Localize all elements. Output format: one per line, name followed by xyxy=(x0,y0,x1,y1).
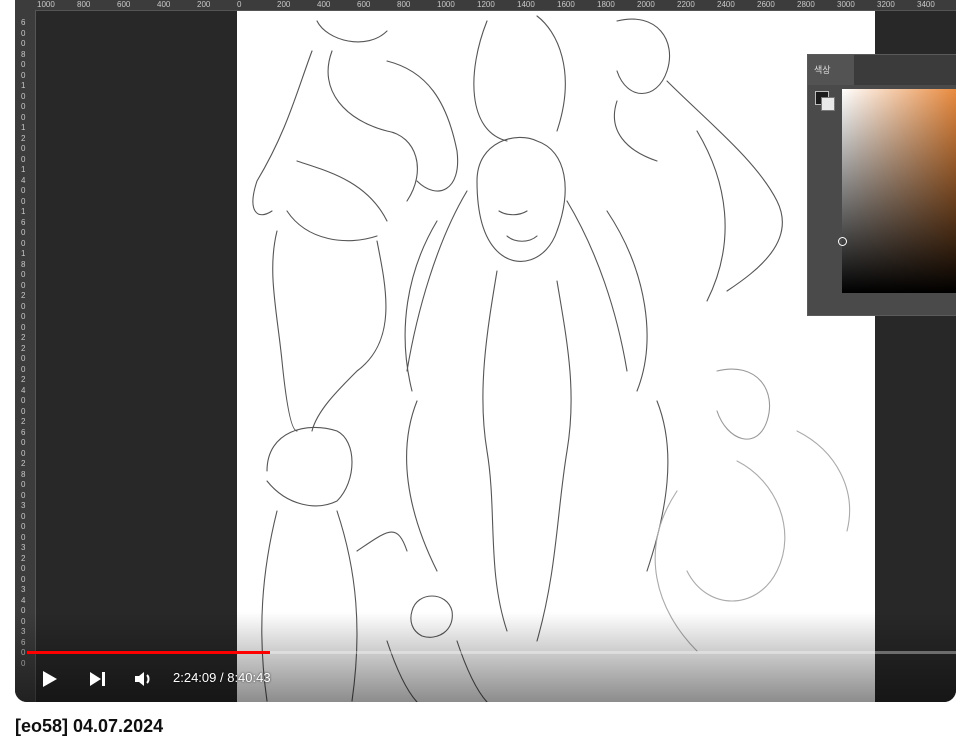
ruler-tick-label: 800 xyxy=(77,0,91,9)
background-swatch[interactable] xyxy=(821,97,835,111)
volume-icon xyxy=(135,672,150,686)
ruler-tick-label: 2000 xyxy=(637,0,655,9)
ruler-tick-label: 600 xyxy=(357,0,371,9)
ruler-digit: 0 xyxy=(21,154,26,164)
ruler-digit: 6 xyxy=(21,217,26,227)
ruler-tick-label: 3000 xyxy=(837,0,855,9)
sketch-canvas xyxy=(237,11,875,702)
ruler-digit: 8 xyxy=(21,49,26,59)
ruler-tick-label: 1200 xyxy=(477,0,495,9)
video-title[interactable]: [eo58] 04.07.2024 xyxy=(15,716,163,737)
ruler-digit: 8 xyxy=(21,259,26,269)
ruler-digit: 0 xyxy=(21,39,26,48)
ruler-digit: 4 xyxy=(21,385,26,395)
ruler-digit: 0 xyxy=(21,438,26,447)
ruler-digit: 1 xyxy=(21,165,26,174)
ruler-digit: 6 xyxy=(21,427,26,437)
play-button[interactable] xyxy=(35,665,63,693)
ruler-tick-label: 3200 xyxy=(877,0,895,9)
video-player[interactable]: 1000 800 600 400 200 0 200 400 600 800 1… xyxy=(15,0,956,702)
next-button[interactable] xyxy=(83,665,111,693)
ruler-digit: 0 xyxy=(21,574,26,584)
progress-fill xyxy=(27,651,271,654)
ruler-vertical: 6008001000120014001600180020002200240026… xyxy=(15,10,36,702)
ruler-tick-label: 1800 xyxy=(597,0,615,9)
ruler-tick-label: 400 xyxy=(317,0,331,9)
color-picker-field[interactable] xyxy=(842,89,956,293)
ruler-digit: 1 xyxy=(21,249,26,258)
ruler-tick-label: 800 xyxy=(397,0,411,9)
ruler-tick-label: 400 xyxy=(157,0,171,9)
ruler-tick-label: 200 xyxy=(197,0,211,9)
ruler-digit: 1 xyxy=(21,123,26,132)
ruler-tick-label: 2200 xyxy=(677,0,695,9)
ruler-digit: 2 xyxy=(21,553,26,563)
ruler-digit: 2 xyxy=(21,133,26,143)
ruler-tick-label: 1000 xyxy=(37,0,55,9)
ruler-tick-label: 1000 xyxy=(437,0,455,9)
ruler-digit: 4 xyxy=(21,595,26,605)
ruler-digit: 0 xyxy=(21,312,26,321)
ruler-digit: 0 xyxy=(21,102,26,111)
ruler-digit: 0 xyxy=(21,564,26,573)
ruler-digit: 8 xyxy=(21,469,26,479)
ruler-tick-label: 0 xyxy=(237,0,242,9)
ruler-tick-label: 3400 xyxy=(917,0,935,9)
ruler-digit: 0 xyxy=(21,322,26,332)
ruler-digit: 0 xyxy=(21,228,26,237)
ruler-digit: 0 xyxy=(21,532,26,542)
ruler-digit: 4 xyxy=(21,175,26,185)
ruler-tick-label: 2600 xyxy=(757,0,775,9)
ruler-digit: 0 xyxy=(21,364,26,374)
ruler-digit: 0 xyxy=(21,60,26,69)
ruler-digit: 0 xyxy=(21,144,26,153)
ruler-digit: 2 xyxy=(21,375,26,384)
ruler-digit: 0 xyxy=(21,406,26,416)
ruler-tick-label: 1400 xyxy=(517,0,535,9)
ruler-digit: 0 xyxy=(21,490,26,500)
ruler-digit: 0 xyxy=(21,396,26,405)
ruler-digit: 2 xyxy=(21,333,26,342)
ruler-digit: 0 xyxy=(21,28,26,38)
ruler-digit: 2 xyxy=(21,343,26,353)
picker-cursor[interactable] xyxy=(838,237,847,246)
ruler-digit: 3 xyxy=(21,501,26,510)
play-icon xyxy=(43,671,57,687)
time-display: 2:24:09 / 8:40:43 xyxy=(173,670,271,685)
ruler-horizontal: 1000 800 600 400 200 0 200 400 600 800 1… xyxy=(15,0,956,11)
ruler-tick-label: 2400 xyxy=(717,0,735,9)
ruler-digit: 0 xyxy=(21,70,26,80)
sketch-drawing xyxy=(252,15,851,702)
ruler-digit: 0 xyxy=(21,448,26,458)
color-panel[interactable]: 색상 xyxy=(807,54,956,316)
next-icon xyxy=(90,672,105,686)
ruler-digit: 0 xyxy=(21,354,26,363)
ruler-digit: 3 xyxy=(21,543,26,552)
ruler-digit: 1 xyxy=(21,207,26,216)
ruler-digit: 0 xyxy=(21,511,26,521)
ruler-digit: 0 xyxy=(21,280,26,290)
ruler-tick-label: 200 xyxy=(277,0,291,9)
ruler-digit: 0 xyxy=(21,186,26,195)
ruler-tick-label: 600 xyxy=(117,0,131,9)
ruler-digit: 0 xyxy=(21,91,26,101)
ruler-digit: 6 xyxy=(21,18,26,27)
ruler-digit: 0 xyxy=(21,522,26,531)
ruler-digit: 2 xyxy=(21,417,26,426)
tab-color[interactable]: 색상 xyxy=(808,55,854,85)
volume-button[interactable] xyxy=(129,665,157,693)
ruler-digit: 0 xyxy=(21,480,26,489)
ruler-digit: 0 xyxy=(21,301,26,311)
ruler-tick-label: 1600 xyxy=(557,0,575,9)
ruler-digit: 0 xyxy=(21,270,26,279)
ruler-tick-label: 2800 xyxy=(797,0,815,9)
ruler-digit: 2 xyxy=(21,459,26,468)
ruler-digit: 0 xyxy=(21,112,26,122)
ruler-digit: 1 xyxy=(21,81,26,90)
ruler-digit: 3 xyxy=(21,585,26,594)
progress-bar[interactable] xyxy=(27,651,956,654)
ruler-digit: 0 xyxy=(21,196,26,206)
ruler-digit: 0 xyxy=(21,238,26,248)
ruler-digit: 2 xyxy=(21,291,26,300)
